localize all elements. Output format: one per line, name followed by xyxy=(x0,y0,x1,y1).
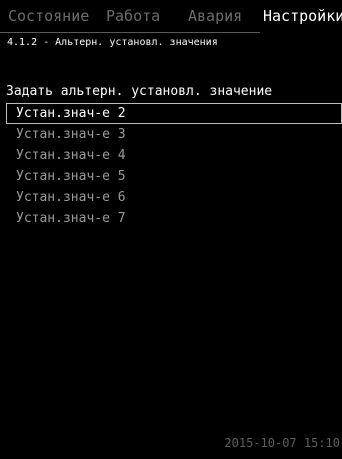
list-item-setpoint-2[interactable]: Устан.знач-е 2 xyxy=(6,103,342,124)
section-title: Задать альтерн. установл. значение xyxy=(6,84,273,99)
list-item-setpoint-4[interactable]: Устан.знач-е 4 xyxy=(6,145,342,166)
tab-settings[interactable]: Настройки xyxy=(263,0,342,32)
breadcrumb: 4.1.2 - Альтерн. установл. значения xyxy=(7,37,218,48)
tab-alarm[interactable]: Авария xyxy=(188,0,242,32)
tab-divider xyxy=(0,32,260,33)
tab-operation[interactable]: Работа xyxy=(106,0,160,32)
list-item-setpoint-5[interactable]: Устан.знач-е 5 xyxy=(6,166,342,187)
display-screen: Состояние Работа Авария Настройки 4.1.2 … xyxy=(0,0,342,459)
list-item-setpoint-6[interactable]: Устан.знач-е 6 xyxy=(6,187,342,208)
list-item-setpoint-3[interactable]: Устан.знач-е 3 xyxy=(6,124,342,145)
datetime-readout: 2015-10-07 15:10 xyxy=(224,436,340,450)
tab-bar: Состояние Работа Авария Настройки xyxy=(0,0,342,32)
list-item-setpoint-7[interactable]: Устан.знач-е 7 xyxy=(6,208,342,229)
setpoint-list: Устан.знач-е 2 Устан.знач-е 3 Устан.знач… xyxy=(6,103,342,229)
tab-status[interactable]: Состояние xyxy=(8,0,89,32)
